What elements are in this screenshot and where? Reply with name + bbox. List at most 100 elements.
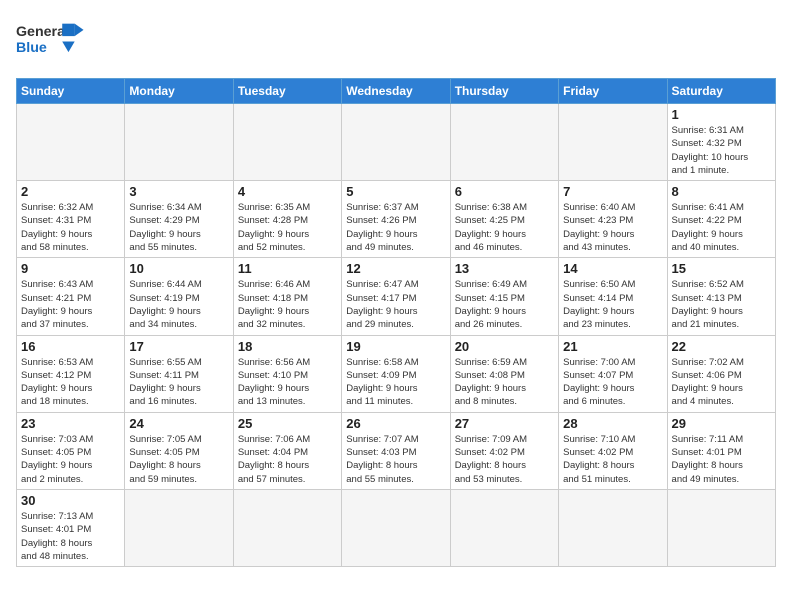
day-info: Sunrise: 6:55 AM Sunset: 4:11 PM Dayligh… [129,356,228,409]
day-number: 2 [21,184,120,199]
day-info: Sunrise: 6:37 AM Sunset: 4:26 PM Dayligh… [346,201,445,254]
calendar-cell: 18Sunrise: 6:56 AM Sunset: 4:10 PM Dayli… [233,335,341,412]
calendar-cell [125,104,233,181]
day-number: 26 [346,416,445,431]
calendar-cell: 20 Sunrise: 6:59 AM Sunset: 4:08 PM Dayli… [450,335,558,412]
day-header-sunday: Sunday [17,79,125,104]
calendar-cell: 7 Sunrise: 6:40 AM Sunset: 4:23 PM Daylig… [559,181,667,258]
day-number: 23 [21,416,120,431]
day-number: 20 [455,339,554,354]
day-info: Sunrise: 6:43 AM Sunset: 4:21 PM Dayligh… [21,278,120,331]
day-number: 13 [455,261,554,276]
calendar-cell: 28Sunrise: 7:10 AM Sunset: 4:02 PM Dayli… [559,412,667,489]
calendar-table: SundayMondayTuesdayWednesdayThursdayFrid… [16,78,776,567]
day-info: Sunrise: 6:41 AM Sunset: 4:22 PM Dayligh… [672,201,771,254]
day-number: 3 [129,184,228,199]
calendar-cell [450,489,558,566]
day-info: Sunrise: 7:03 AM Sunset: 4:05 PM Dayligh… [21,433,120,486]
calendar-cell [450,104,558,181]
calendar-cell: 24 Sunrise: 7:05 AM Sunset: 4:05 PM Dayli… [125,412,233,489]
calendar-cell: 17 Sunrise: 6:55 AM Sunset: 4:11 PM Dayli… [125,335,233,412]
calendar-week-5: 30Sunrise: 7:13 AM Sunset: 4:01 PM Dayli… [17,489,776,566]
day-number: 5 [346,184,445,199]
day-info: Sunrise: 6:47 AM Sunset: 4:17 PM Dayligh… [346,278,445,331]
calendar-cell: 9 Sunrise: 6:43 AM Sunset: 4:21 PM Daylig… [17,258,125,335]
day-info: Sunrise: 6:31 AM Sunset: 4:32 PM Dayligh… [672,124,771,177]
day-number: 11 [238,261,337,276]
calendar-header: SundayMondayTuesdayWednesdayThursdayFrid… [17,79,776,104]
calendar-cell: 25 Sunrise: 7:06 AM Sunset: 4:04 PM Dayli… [233,412,341,489]
day-number: 14 [563,261,662,276]
day-info: Sunrise: 6:32 AM Sunset: 4:31 PM Dayligh… [21,201,120,254]
day-number: 9 [21,261,120,276]
calendar-week-4: 23 Sunrise: 7:03 AM Sunset: 4:05 PM Dayli… [17,412,776,489]
calendar-week-3: 16Sunrise: 6:53 AM Sunset: 4:12 PM Dayli… [17,335,776,412]
calendar-body: 1Sunrise: 6:31 AM Sunset: 4:32 PM Daylig… [17,104,776,567]
day-info: Sunrise: 6:38 AM Sunset: 4:25 PM Dayligh… [455,201,554,254]
day-info: Sunrise: 6:59 AM Sunset: 4:08 PM Dayligh… [455,356,554,409]
calendar-cell [559,104,667,181]
calendar-cell: 26 Sunrise: 7:07 AM Sunset: 4:03 PM Dayli… [342,412,450,489]
calendar-cell [17,104,125,181]
day-info: Sunrise: 7:13 AM Sunset: 4:01 PM Dayligh… [21,510,120,563]
day-number: 8 [672,184,771,199]
day-info: Sunrise: 7:02 AM Sunset: 4:06 PM Dayligh… [672,356,771,409]
calendar-cell: 22 Sunrise: 7:02 AM Sunset: 4:06 PM Dayli… [667,335,775,412]
calendar-cell: 19Sunrise: 6:58 AM Sunset: 4:09 PM Dayli… [342,335,450,412]
calendar-week-0: 1Sunrise: 6:31 AM Sunset: 4:32 PM Daylig… [17,104,776,181]
day-info: Sunrise: 7:05 AM Sunset: 4:05 PM Dayligh… [129,433,228,486]
calendar-cell [233,104,341,181]
calendar-cell [667,489,775,566]
svg-text:Blue: Blue [16,40,47,56]
day-header-tuesday: Tuesday [233,79,341,104]
day-info: Sunrise: 7:11 AM Sunset: 4:01 PM Dayligh… [672,433,771,486]
logo: General Blue [16,16,96,66]
day-info: Sunrise: 7:09 AM Sunset: 4:02 PM Dayligh… [455,433,554,486]
calendar-cell: 1Sunrise: 6:31 AM Sunset: 4:32 PM Daylig… [667,104,775,181]
day-number: 7 [563,184,662,199]
calendar-cell [342,104,450,181]
calendar-cell: 4Sunrise: 6:35 AM Sunset: 4:28 PM Daylig… [233,181,341,258]
day-info: Sunrise: 7:07 AM Sunset: 4:03 PM Dayligh… [346,433,445,486]
day-number: 27 [455,416,554,431]
day-header-saturday: Saturday [667,79,775,104]
day-header-monday: Monday [125,79,233,104]
day-header-thursday: Thursday [450,79,558,104]
day-info: Sunrise: 7:06 AM Sunset: 4:04 PM Dayligh… [238,433,337,486]
day-info: Sunrise: 7:00 AM Sunset: 4:07 PM Dayligh… [563,356,662,409]
calendar-cell: 11Sunrise: 6:46 AM Sunset: 4:18 PM Dayli… [233,258,341,335]
day-number: 22 [672,339,771,354]
day-number: 12 [346,261,445,276]
calendar-cell: 6 Sunrise: 6:38 AM Sunset: 4:25 PM Daylig… [450,181,558,258]
calendar-cell: 3 Sunrise: 6:34 AM Sunset: 4:29 PM Daylig… [125,181,233,258]
day-number: 25 [238,416,337,431]
calendar-cell: 15Sunrise: 6:52 AM Sunset: 4:13 PM Dayli… [667,258,775,335]
day-info: Sunrise: 6:40 AM Sunset: 4:23 PM Dayligh… [563,201,662,254]
day-number: 17 [129,339,228,354]
calendar-cell [125,489,233,566]
day-number: 28 [563,416,662,431]
day-number: 18 [238,339,337,354]
calendar-week-1: 2 Sunrise: 6:32 AM Sunset: 4:31 PM Daylig… [17,181,776,258]
day-header-row: SundayMondayTuesdayWednesdayThursdayFrid… [17,79,776,104]
day-number: 15 [672,261,771,276]
day-number: 21 [563,339,662,354]
calendar-cell: 23 Sunrise: 7:03 AM Sunset: 4:05 PM Dayli… [17,412,125,489]
page: General Blue SundayMondayTuesdayWednesda… [0,0,792,612]
day-number: 24 [129,416,228,431]
day-info: Sunrise: 6:34 AM Sunset: 4:29 PM Dayligh… [129,201,228,254]
day-header-friday: Friday [559,79,667,104]
calendar-cell [342,489,450,566]
header: General Blue [16,16,776,66]
logo-svg: General Blue [16,16,96,66]
day-number: 29 [672,416,771,431]
calendar-cell: 30Sunrise: 7:13 AM Sunset: 4:01 PM Dayli… [17,489,125,566]
day-header-wednesday: Wednesday [342,79,450,104]
calendar-cell: 2 Sunrise: 6:32 AM Sunset: 4:31 PM Daylig… [17,181,125,258]
calendar-cell: 29 Sunrise: 7:11 AM Sunset: 4:01 PM Dayli… [667,412,775,489]
calendar-cell: 16Sunrise: 6:53 AM Sunset: 4:12 PM Dayli… [17,335,125,412]
day-info: Sunrise: 6:49 AM Sunset: 4:15 PM Dayligh… [455,278,554,331]
calendar-cell: 12 Sunrise: 6:47 AM Sunset: 4:17 PM Dayli… [342,258,450,335]
calendar-cell: 14Sunrise: 6:50 AM Sunset: 4:14 PM Dayli… [559,258,667,335]
day-number: 6 [455,184,554,199]
